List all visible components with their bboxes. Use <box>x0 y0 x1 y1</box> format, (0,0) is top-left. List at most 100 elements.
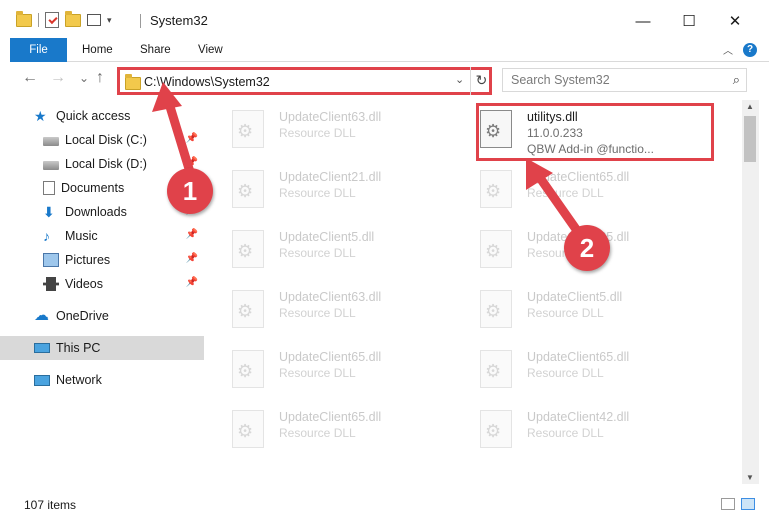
new-folder-icon[interactable] <box>65 10 81 27</box>
tiles-view-icon[interactable] <box>741 498 755 510</box>
up-button[interactable]: ↑ <box>96 69 104 87</box>
view-switcher <box>721 498 755 510</box>
list-item[interactable]: UpdateClient65.dll Resource DLL <box>206 344 446 398</box>
dll-file-icon <box>232 230 264 268</box>
list-item[interactable]: UpdateClient65.dll Resource DLL <box>454 344 694 398</box>
ribbon-tabs: File Home Share View ︿ ? <box>10 38 769 62</box>
vertical-scrollbar[interactable]: ▲ ▼ <box>742 100 759 484</box>
annotation-marker-2: 2 <box>564 225 610 271</box>
list-item[interactable]: UpdateClient63.dll Resource DLL <box>206 284 446 338</box>
sidebar-item-label: Pictures <box>65 253 111 267</box>
file-type: Resource DLL <box>279 426 356 440</box>
search-input[interactable] <box>503 69 713 91</box>
sidebar-item-label: Videos <box>65 277 103 291</box>
star-icon: ★ <box>34 108 47 124</box>
tab-view[interactable]: View <box>198 38 223 62</box>
sidebar-item-label: Music <box>65 229 98 243</box>
minimize-button[interactable]: — <box>620 6 666 36</box>
scroll-thumb[interactable] <box>744 116 756 162</box>
disk-icon <box>43 161 59 170</box>
file-type: Resource DLL <box>279 126 356 140</box>
window-title: System32 <box>150 13 208 28</box>
sidebar-item-onedrive[interactable]: ☁ OneDrive <box>0 304 204 328</box>
file-type: Resource DLL <box>527 426 604 440</box>
sidebar-item-music[interactable]: ♪ Music 📌 <box>0 224 204 248</box>
dll-file-icon <box>480 170 512 208</box>
tab-file[interactable]: File <box>10 38 67 62</box>
search-box[interactable]: ⌕ <box>502 68 747 92</box>
customize-qat-icon[interactable] <box>87 14 101 26</box>
sidebar-item-local-disk-c[interactable]: Local Disk (C:) 📌 <box>0 128 204 152</box>
sidebar-item-quick-access[interactable]: ★ Quick access <box>0 104 204 128</box>
help-icon[interactable]: ? <box>743 42 757 57</box>
highlight-box <box>476 103 714 161</box>
scroll-down-icon[interactable]: ▼ <box>746 473 754 482</box>
expand-ribbon-icon[interactable]: ︿ <box>723 42 733 57</box>
network-icon <box>34 374 50 386</box>
file-name: UpdateClient42.dll <box>527 410 630 424</box>
maximize-button[interactable]: ☐ <box>666 6 712 36</box>
folder-icon <box>16 10 32 27</box>
sidebar-item-this-pc[interactable]: This PC <box>0 336 204 360</box>
folder-icon <box>125 74 141 90</box>
dll-file-icon <box>480 350 512 388</box>
sidebar-item-videos[interactable]: Videos 📌 <box>0 272 204 296</box>
address-bar[interactable]: C:\Windows\System32 ⌄ ↻ <box>117 67 492 95</box>
file-type: Resource DLL <box>279 246 356 260</box>
pin-icon: 📌 <box>185 133 198 144</box>
pin-icon: 📌 <box>185 277 198 288</box>
properties-icon[interactable] <box>45 12 59 28</box>
list-item[interactable]: UpdateClient5.dll Resource DLL <box>454 284 694 338</box>
file-type: Resource DLL <box>527 186 604 200</box>
file-name: UpdateClient63.dll <box>279 110 382 124</box>
sidebar-item-network[interactable]: Network <box>0 368 204 392</box>
list-item[interactable]: UpdateClient63.dll Resource DLL <box>206 104 446 158</box>
file-type: Resource DLL <box>279 186 356 200</box>
sidebar-item-label: Documents <box>61 181 125 195</box>
file-name: UpdateClient65.dll <box>527 170 630 184</box>
file-name: UpdateClient65.dll <box>279 410 382 424</box>
pin-icon: 📌 <box>185 229 198 240</box>
tab-home[interactable]: Home <box>82 38 113 62</box>
file-name: UpdateClient65.dll <box>279 350 382 364</box>
forward-button[interactable]: → <box>50 69 66 87</box>
disk-icon <box>43 137 59 146</box>
file-type: Resource DLL <box>527 306 604 320</box>
title-bar: ▾ System32 — ☐ ✕ <box>0 0 769 42</box>
sidebar-item-local-disk-d[interactable]: Local Disk (D:) 📌 <box>0 152 204 176</box>
list-item[interactable]: UpdateClient65.dll Resource DLL <box>454 164 694 218</box>
address-dropdown-icon[interactable]: ⌄ <box>455 73 464 86</box>
list-item[interactable]: UpdateClient21.dll Resource DLL <box>206 164 446 218</box>
sidebar-item-pictures[interactable]: Pictures 📌 <box>0 248 204 272</box>
videos-icon <box>43 277 59 291</box>
close-button[interactable]: ✕ <box>712 6 758 36</box>
file-name: UpdateClient5.dll <box>527 290 623 304</box>
recent-locations-button[interactable]: ⌄ <box>79 71 89 85</box>
help-area: ︿ ? <box>723 42 757 57</box>
dll-file-icon <box>480 230 512 268</box>
qat-dropdown-icon[interactable]: ▾ <box>107 15 112 26</box>
pin-icon: 📌 <box>185 157 198 168</box>
list-item[interactable]: UpdateClient42.dll Resource DLL <box>454 404 694 458</box>
scroll-up-icon[interactable]: ▲ <box>746 102 754 111</box>
back-button[interactable]: ← <box>22 69 38 87</box>
dll-file-icon <box>232 410 264 448</box>
file-name: UpdateClient21.dll <box>279 170 382 184</box>
quick-access-toolbar: ▾ <box>16 10 112 28</box>
list-item[interactable]: UpdateClient5.dll Resource DLL <box>206 224 446 278</box>
sidebar-item-label: This PC <box>56 341 101 355</box>
list-item[interactable]: UpdateClient65.dll Resource DLL <box>206 404 446 458</box>
divider <box>140 14 141 28</box>
tab-share[interactable]: Share <box>140 38 171 62</box>
refresh-icon[interactable]: ↻ <box>470 67 492 95</box>
sidebar-item-label: Network <box>56 373 102 387</box>
address-path[interactable]: C:\Windows\System32 <box>144 75 270 89</box>
file-type: Resource DLL <box>279 366 356 380</box>
details-view-icon[interactable] <box>721 498 735 510</box>
dll-file-icon <box>232 290 264 328</box>
file-name: UpdateClient5.dll <box>279 230 375 244</box>
dll-file-icon <box>232 170 264 208</box>
music-icon: ♪ <box>43 228 50 244</box>
search-icon[interactable]: ⌕ <box>733 72 740 88</box>
navigation-bar: ← → ⌄ ↑ C:\Windows\System32 ⌄ ↻ ⌕ <box>0 63 769 97</box>
